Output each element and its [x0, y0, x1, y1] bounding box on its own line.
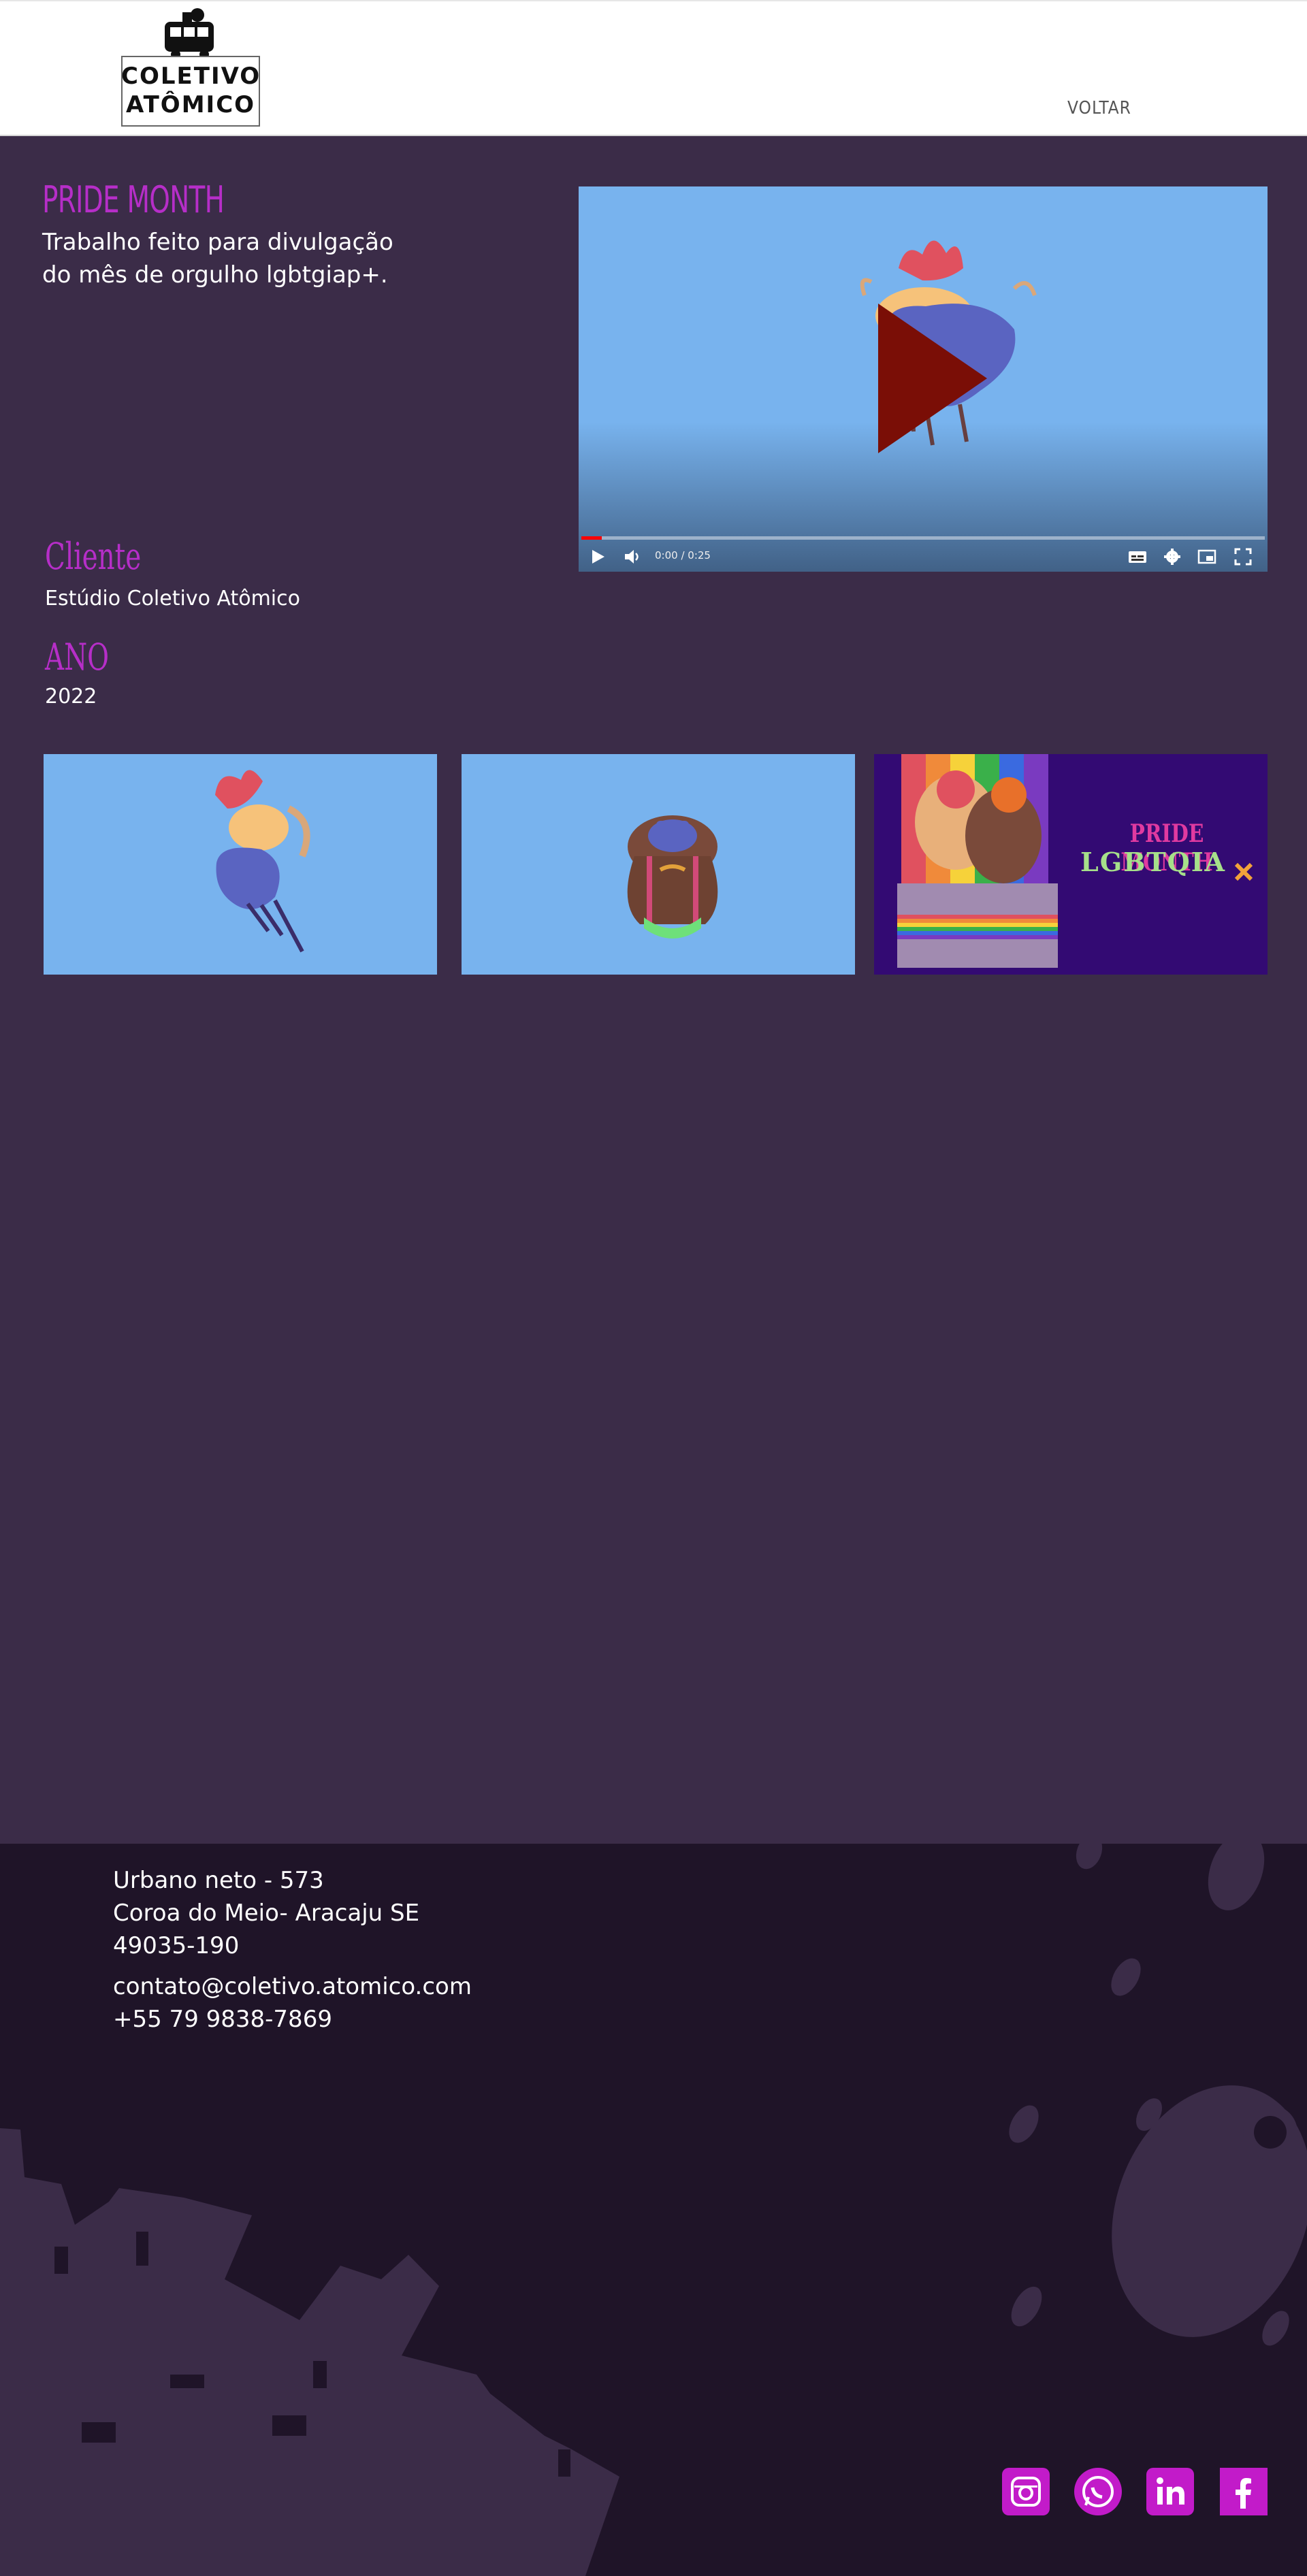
subtitles-icon[interactable]	[1127, 547, 1148, 566]
site-logo[interactable]: COLETIVO ATÔMICO	[121, 7, 261, 128]
site-header: COLETIVO ATÔMICO VOLTAR	[0, 0, 1307, 136]
footer-email-link[interactable]: contato@coletivo.atomico.com	[113, 1970, 472, 2003]
thumb-2-illustration	[627, 815, 718, 939]
facebook-icon[interactable]	[1220, 2468, 1268, 2515]
video-player[interactable]: 0:00 / 0:25	[579, 186, 1268, 572]
footer-phone-link[interactable]: +55 79 9838-7869	[113, 2003, 332, 2036]
site-footer: Urbano neto - 573 Coroa do Meio- Aracaju…	[0, 1844, 1307, 2576]
logo-text-line2: ATÔMICO	[125, 91, 256, 118]
logo-text-line1: COLETIVO	[121, 63, 261, 90]
client-label: Cliente	[45, 535, 142, 578]
gallery-thumb-2[interactable]	[462, 754, 855, 975]
client-value: Estúdio Coletivo Atômico	[45, 587, 300, 610]
video-progress-bar[interactable]	[581, 536, 1265, 540]
project-title: PRIDE MONTH	[42, 178, 225, 221]
year-label: ANO	[45, 636, 109, 679]
big-play-icon[interactable]	[878, 304, 987, 453]
video-time: 0:00 / 0:25	[655, 549, 711, 561]
settings-icon[interactable]	[1163, 547, 1182, 566]
gallery-thumb-1[interactable]	[44, 754, 437, 975]
instagram-icon[interactable]	[1002, 2468, 1050, 2515]
back-link[interactable]: VOLTAR	[1067, 98, 1131, 118]
thumb-1-illustration	[215, 770, 310, 953]
footer-address-line3: 49035-190	[113, 1932, 240, 1959]
volume-icon[interactable]	[624, 547, 643, 566]
fullscreen-icon[interactable]	[1233, 547, 1253, 566]
play-icon[interactable]	[591, 547, 606, 566]
gallery-thumb-3[interactable]: PRIDE MONTH LGBTQIA	[874, 754, 1268, 975]
footer-address-line1: Urbano neto - 573	[113, 1867, 324, 1894]
footer-address-line2: Coroa do Meio- Aracaju SE	[113, 1900, 420, 1927]
miniplayer-icon[interactable]	[1197, 547, 1217, 566]
project-description: Trabalho feito para divulgação do mês de…	[42, 229, 393, 289]
linkedin-icon[interactable]	[1146, 2468, 1194, 2515]
video-progress-fill	[581, 536, 602, 540]
thumb-3-subtitle: LGBTQIA	[1080, 847, 1226, 877]
year-value: 2022	[45, 685, 97, 708]
logo-bus-icon	[165, 8, 214, 59]
whatsapp-icon[interactable]	[1074, 2468, 1122, 2515]
